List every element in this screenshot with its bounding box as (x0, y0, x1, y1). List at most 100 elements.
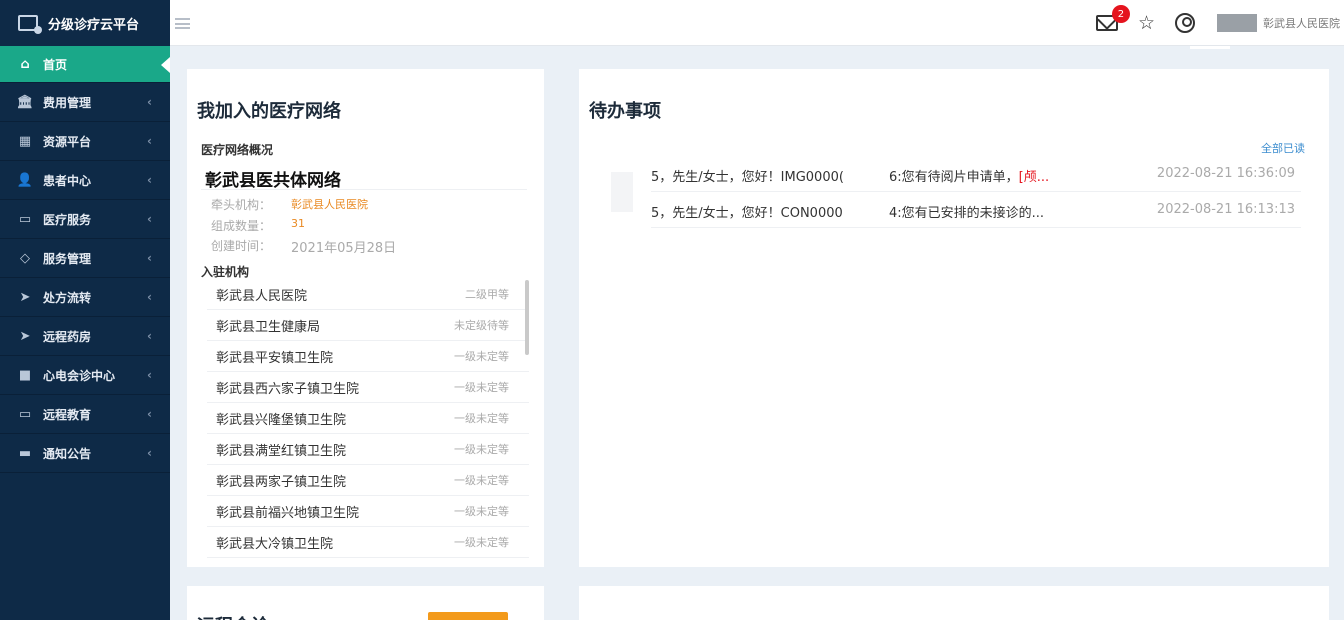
list-item[interactable]: 彰武县西六家子镇卫生院 一级未定等 (207, 372, 529, 403)
created-row: 创建时间： 2021年05月28日 (211, 237, 396, 256)
list-item[interactable]: 彰武县大冷镇卫生院 一级未定等 (207, 527, 529, 558)
member-level: 二级甲等 (465, 288, 509, 301)
mail-icon[interactable]: 2 (1095, 5, 1130, 31)
panel-title: 待办事项 (589, 101, 661, 122)
sidebar-item-0[interactable]: ⌂ 首页 (0, 46, 170, 83)
chevron-left-icon: ‹ (147, 329, 152, 343)
member-level: 一级未定等 (454, 536, 509, 549)
avatar[interactable] (1217, 14, 1257, 32)
consult-panel: 远程会诊 (187, 586, 544, 620)
mark-all-read-link[interactable]: 全部已读 (1261, 140, 1305, 156)
chevron-left-icon: ‹ (147, 134, 152, 148)
todo-item[interactable]: 5，先生/女士，您好！IMG0000( 6:您有待阅片申请单，[颅... 2022-… (651, 156, 1301, 192)
chevron-left-icon: ‹ (147, 251, 152, 265)
todo-highlight: [颅... (1018, 170, 1050, 185)
app-brand[interactable]: 分级诊疗云平台 (0, 0, 170, 46)
member-level: 一级未定等 (454, 412, 509, 425)
send-icon: ➤ (19, 289, 31, 305)
menu-toggle-icon[interactable] (175, 18, 190, 29)
sidebar-item-2[interactable]: ▦ 资源平台 ‹ (0, 122, 170, 161)
count-label: 组成数量： (211, 219, 272, 233)
count-row: 组成数量： 31 (211, 217, 305, 234)
lead-label: 牵头机构： (211, 198, 272, 212)
sidebar-item-label: 通知公告 (43, 446, 92, 461)
send-icon: ➤ (19, 328, 31, 344)
todo-message-wrap: 6:您有待阅片申请单，[颅... (889, 166, 1049, 185)
list-item[interactable]: 彰武县人民医院 二级甲等 (207, 279, 529, 310)
panel-title: 远程会诊 (197, 612, 269, 620)
network-name: 彰武县医共体网络 (205, 171, 341, 191)
member-name: 彰武县人民医院 (216, 288, 308, 304)
dropdown-stub (1190, 46, 1230, 49)
todo-item[interactable]: 5，先生/女士，您好！CON0000 4:您有已安排的未接诊的... 2022-08… (651, 192, 1301, 228)
count-value: 31 (291, 217, 305, 230)
monitor-logo-icon (18, 15, 42, 34)
chevron-left-icon: ‹ (147, 446, 152, 460)
member-name: 彰武县满堂红镇卫生院 (216, 443, 347, 459)
sidebar-item-label: 医疗服务 (43, 212, 92, 227)
chevron-left-icon: ‹ (147, 212, 152, 226)
list-item[interactable]: 彰武县卫生健康局 未定级待等 (207, 310, 529, 341)
sidebar-item-label: 远程教育 (43, 407, 92, 422)
mail-badge: 2 (1111, 5, 1130, 23)
app-title: 分级诊疗云平台 (48, 17, 140, 33)
todo-greeting: 5，先生/女士，您好！CON0000 (651, 206, 843, 221)
sidebar-item-label: 远程药房 (43, 329, 92, 344)
sidebar-item-1[interactable]: 🏛 费用管理 ‹ (0, 83, 170, 122)
sidebar-item-label: 服务管理 (43, 251, 92, 266)
sidebar-item-3[interactable]: 👤 患者中心 ‹ (0, 161, 170, 200)
member-level: 一级未定等 (454, 381, 509, 394)
list-item[interactable]: 彰武县兴隆堡镇卫生院 一级未定等 (207, 403, 529, 434)
created-value: 2021年05月28日 (291, 241, 397, 256)
member-level: 未定级待等 (454, 319, 509, 332)
chevron-left-icon: ‹ (147, 407, 152, 421)
member-level: 一级未定等 (454, 505, 509, 518)
sidebar-item-6[interactable]: ➤ 处方流转 ‹ (0, 278, 170, 317)
sidebar-item-label: 资源平台 (43, 134, 92, 149)
todo-greeting: 5，先生/女士，您好！IMG0000( (651, 170, 844, 185)
sidebar-item-label: 患者中心 (43, 173, 92, 188)
todo-thumbnail (611, 172, 633, 212)
grid-icon: ▦ (18, 133, 32, 149)
network-panel: 我加入的医疗网络 医疗网络概况 彰武县医共体网络 牵头机构： 彰武县人民医院 组… (187, 69, 544, 567)
scrollbar[interactable] (525, 280, 529, 355)
list-item[interactable]: 彰武县前福兴地镇卫生院 一级未定等 (207, 496, 529, 527)
hospital-name[interactable]: 彰武县人民医院 (1263, 15, 1340, 31)
sidebar-item-10[interactable]: ▬ 通知公告 ‹ (0, 434, 170, 473)
list-item[interactable]: 彰武县满堂红镇卫生院 一级未定等 (207, 434, 529, 465)
members-heading: 入驻机构 (201, 265, 250, 279)
member-level: 一级未定等 (454, 443, 509, 456)
sidebar-item-5[interactable]: ◇ 服务管理 ‹ (0, 239, 170, 278)
member-name: 彰武县平安镇卫生院 (216, 350, 334, 366)
lead-value: 彰武县人民医院 (291, 198, 368, 211)
sidebar-item-label: 费用管理 (43, 95, 92, 110)
created-label: 创建时间： (211, 239, 272, 253)
todo-time: 2022-08-21 16:36:09 (1156, 166, 1295, 181)
member-level: 一级未定等 (454, 350, 509, 363)
list-item[interactable]: 彰武县两家子镇卫生院 一级未定等 (207, 465, 529, 496)
todo-panel: 待办事项 全部已读 5，先生/女士，您好！IMG0000( 6:您有待阅片申请单，… (579, 69, 1329, 567)
bank-icon: 🏛 (16, 94, 34, 110)
member-list: 彰武县人民医院 二级甲等 彰武县卫生健康局 未定级待等 彰武县平安镇卫生院 一级未定等 彰武… (207, 279, 529, 558)
divider (201, 189, 527, 190)
user-profile-icon[interactable] (1175, 13, 1195, 33)
sidebar-item-7[interactable]: ➤ 远程药房 ‹ (0, 317, 170, 356)
consult-button[interactable] (428, 612, 508, 620)
sidebar-item-9[interactable]: ▭ 远程教育 ‹ (0, 395, 170, 434)
star-icon[interactable]: ☆ (1138, 12, 1155, 34)
sidebar-item-label: 处方流转 (43, 290, 92, 305)
monitor-icon: ▭ (18, 406, 32, 422)
member-name: 彰武县两家子镇卫生院 (216, 474, 347, 490)
todo-time: 2022-08-21 16:13:13 (1156, 202, 1295, 217)
member-name: 彰武县前福兴地镇卫生院 (216, 505, 360, 521)
lead-org-row: 牵头机构： 彰武县人民医院 (211, 196, 368, 213)
car-icon: ▬ (18, 445, 32, 461)
list-item[interactable]: 彰武县平安镇卫生院 一级未定等 (207, 341, 529, 372)
todo-message: 4:您有已安排的未接诊的... (889, 206, 1045, 221)
sidebar-item-4[interactable]: ▭ 医疗服务 ‹ (0, 200, 170, 239)
member-name: 彰武县西六家子镇卫生院 (216, 381, 360, 397)
member-name: 彰武县卫生健康局 (216, 319, 321, 335)
sidebar-item-8[interactable]: ■ 心电会诊中心 ‹ (0, 356, 170, 395)
lower-right-panel (579, 586, 1329, 620)
top-bar: 2 ☆ 彰武县人民医院 (170, 0, 1344, 46)
